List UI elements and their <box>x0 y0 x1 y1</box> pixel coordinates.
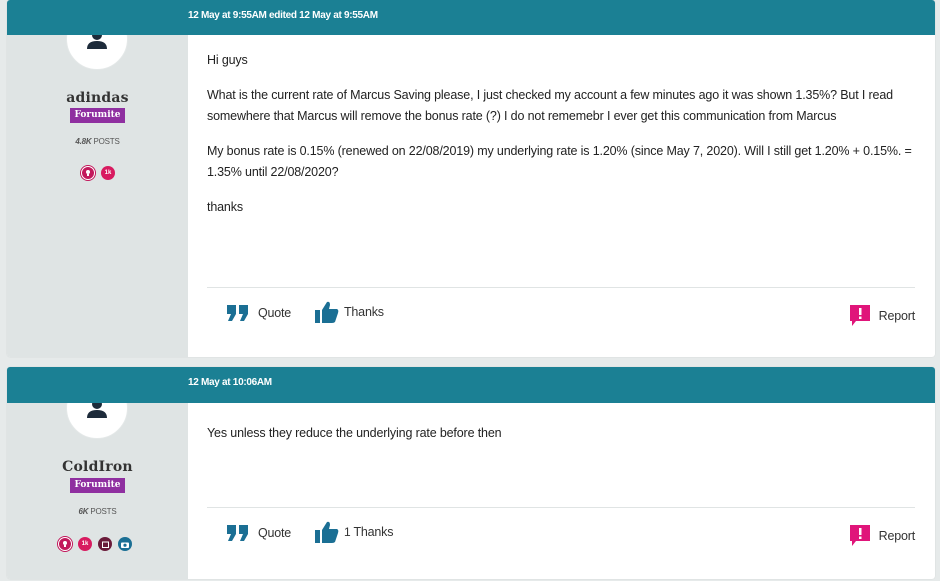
post-count-value: 4.8K <box>75 137 92 146</box>
thanks-label: Thanks <box>353 525 394 539</box>
post-header: 12 May at 9:55AM edited 12 May at 9:55AM <box>7 0 935 35</box>
author-sidebar: adindas Forumite 4.8K POSTS 1k <box>7 0 188 357</box>
quote-icon <box>227 525 249 541</box>
post-body: Hi guys What is the current rate of Marc… <box>207 50 915 231</box>
post-count: 4.8K POSTS <box>7 137 188 146</box>
thanks-button[interactable]: Thanks <box>315 301 384 323</box>
thanks-label: Thanks <box>344 305 384 319</box>
post-paragraph: thanks <box>207 199 243 214</box>
badges: 1k <box>81 166 115 180</box>
thanks-count: 1 <box>344 525 351 539</box>
report-button[interactable]: Report <box>849 525 916 546</box>
calendar-badge-icon[interactable] <box>98 537 112 551</box>
post-paragraph: My bonus rate is 0.15% (renewed on 22/08… <box>207 143 912 180</box>
post-count-label: POSTS <box>93 137 120 146</box>
post-body: Yes unless they reduce the underlying ra… <box>207 423 915 458</box>
rank-badge: Forumite <box>70 478 125 493</box>
rank-badge: Forumite <box>70 108 125 123</box>
quote-icon <box>227 305 249 321</box>
report-button[interactable]: Report <box>849 305 916 326</box>
post-actions: Quote 1 Thanks Report <box>207 507 915 557</box>
post: adindas Forumite 4.8K POSTS 1k 12 May at… <box>7 0 935 357</box>
post-date[interactable]: 12 May at 10:06AM <box>188 377 272 388</box>
badges: 1k <box>58 537 132 551</box>
report-label: Report <box>878 528 916 543</box>
quote-label: Quote <box>258 526 292 540</box>
quote-label: Quote <box>258 306 292 320</box>
insightful-badge-icon[interactable] <box>81 166 95 180</box>
insightful-badge-icon[interactable] <box>58 537 72 551</box>
camera-badge-icon[interactable] <box>118 537 132 551</box>
post-paragraph: Hi guys <box>207 53 248 67</box>
post-paragraph: What is the current rate of Marcus Savin… <box>207 87 893 124</box>
thumbs-up-icon <box>315 521 339 543</box>
post-header: 12 May at 10:06AM <box>7 367 935 403</box>
thanks-button[interactable]: 1 Thanks <box>315 521 393 543</box>
username[interactable]: adindas <box>7 90 188 106</box>
report-label: Report <box>878 308 916 323</box>
report-icon <box>849 525 870 546</box>
10k-badge-icon[interactable]: 1k <box>101 166 115 180</box>
post: ColdIron Forumite 6K POSTS 1k 12 May at … <box>7 367 935 579</box>
10k-badge-icon[interactable]: 1k <box>78 537 92 551</box>
post-count: 6K POSTS <box>7 507 188 516</box>
post-actions: Quote Thanks Report <box>207 287 915 337</box>
report-icon <box>849 305 870 326</box>
post-date[interactable]: 12 May at 9:55AM edited 12 May at 9:55AM <box>188 10 378 21</box>
thumbs-up-icon <box>315 301 339 323</box>
quote-button[interactable]: Quote <box>227 525 291 541</box>
username[interactable]: ColdIron <box>7 459 188 475</box>
post-count-label: POSTS <box>90 507 117 516</box>
post-count-value: 6K <box>78 507 89 516</box>
post-paragraph: Yes unless they reduce the underlying ra… <box>207 426 502 440</box>
quote-button[interactable]: Quote <box>227 305 291 321</box>
